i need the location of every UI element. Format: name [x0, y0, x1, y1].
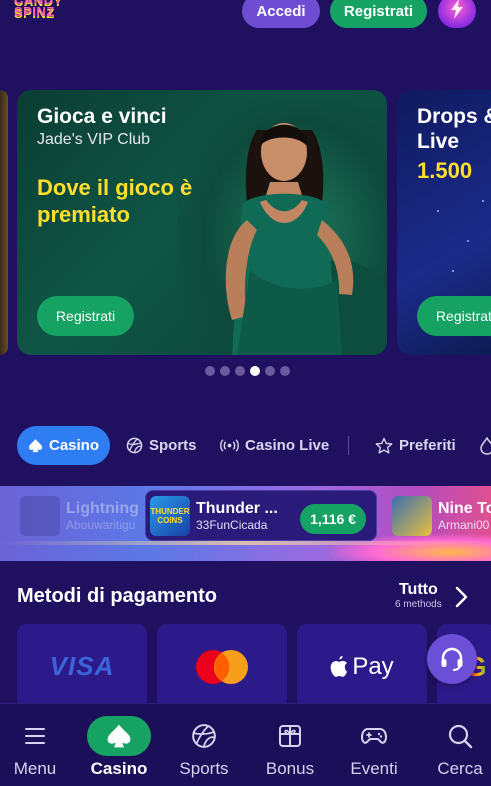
nav-label: Cerca [437, 759, 483, 778]
applepay-text: Pay [352, 652, 394, 680]
broadcast-icon [220, 439, 239, 452]
win-amount-badge: 1,116 € [300, 504, 366, 534]
banner-promo-text: Dove il gioco è premiato [37, 175, 193, 227]
game-thumbnail [392, 495, 432, 536]
header: CANDY SPINZ Accedi Registrati [0, 0, 491, 40]
payment-card-visa[interactable]: VISA [17, 624, 147, 709]
basketball-icon [126, 437, 143, 454]
nav-label: Menu [13, 759, 57, 778]
applepay-logo: Pay [330, 652, 394, 681]
nav-events[interactable]: Eventi [331, 704, 417, 786]
game-name: Nine To [438, 499, 491, 517]
lightning-icon [451, 0, 463, 19]
payment-card-applepay[interactable]: Pay [297, 624, 427, 709]
banner-register-button[interactable]: Registrati [37, 296, 134, 336]
bottom-navigation: Menu Casino Sports Bonus Eventi Cerca [0, 703, 491, 786]
carousel-dot[interactable] [235, 366, 245, 376]
chevron-right-icon[interactable] [452, 586, 470, 608]
winner-username: Abouwaritigu [66, 517, 136, 532]
nav-label: Sports [179, 759, 229, 778]
spade-icon [107, 724, 131, 748]
nav-label: Casino [90, 759, 148, 778]
win-card[interactable]: THUNDER COINS Thunder ... 33FunCicada 1,… [145, 490, 377, 541]
banner-register-button[interactable]: Registrati [417, 296, 491, 336]
drops-live-banner[interactable]: Drops & Live 1.500 Registrati [397, 90, 491, 355]
support-chat-button[interactable] [427, 634, 477, 684]
promo-avatar[interactable] [438, 0, 476, 28]
game-name: Lightning [66, 499, 139, 517]
visa-logo: VISA [49, 651, 115, 681]
tab-favorites[interactable]: Preferiti [375, 426, 456, 465]
winner-username: Armani00 [438, 517, 490, 532]
spade-icon [28, 438, 43, 453]
tab-sports[interactable]: Sports [126, 426, 197, 465]
apple-icon [330, 655, 348, 677]
nav-search[interactable]: Cerca [417, 704, 491, 786]
carousel-dot[interactable] [265, 366, 275, 376]
nav-label: Bonus [265, 759, 315, 778]
tab-divider [348, 436, 349, 455]
vip-club-banner[interactable]: Gioca e vinci Jade's VIP Club Dove il gi… [17, 90, 387, 355]
view-all-payments-link[interactable]: Tutto 6 methods [395, 581, 442, 610]
tab-casino-live[interactable]: Casino Live [220, 426, 329, 465]
menu-icon [25, 728, 45, 744]
carousel-dot[interactable] [205, 366, 215, 376]
recent-wins-ticker: Lightning Abouwaritigu THUNDER COINS Thu… [0, 486, 491, 561]
banner-subtitle: Jade's VIP Club [37, 131, 151, 148]
active-indicator [87, 716, 151, 756]
carousel-dot-active[interactable] [250, 366, 260, 376]
banner-title: Gioca e vinci [37, 105, 167, 128]
winner-username: 33FunCicada [196, 517, 268, 532]
win-card[interactable]: Nine To Armani00 [388, 490, 491, 541]
payment-card-mastercard[interactable] [157, 624, 287, 709]
gift-icon [279, 725, 301, 747]
methods-count: 6 methods [395, 599, 442, 610]
nav-casino[interactable]: Casino [76, 704, 162, 786]
win-card[interactable]: Lightning Abouwaritigu [16, 490, 156, 541]
view-all-label: Tutto [398, 581, 438, 598]
tab-casino[interactable]: Casino [17, 426, 110, 465]
carousel-dot[interactable] [220, 366, 230, 376]
nav-menu[interactable]: Menu [0, 704, 78, 786]
tab-label: Preferiti [399, 437, 456, 454]
search-icon [448, 724, 473, 749]
login-button[interactable]: Accedi [242, 0, 320, 28]
flame-icon [480, 436, 491, 455]
banner-promo-text: 1.500 [417, 158, 473, 183]
nav-bonus[interactable]: Bonus [247, 704, 333, 786]
nav-sports[interactable]: Sports [161, 704, 247, 786]
basketball-icon [192, 724, 216, 748]
headset-icon [441, 647, 463, 671]
tab-label: Sports [149, 437, 197, 454]
logo[interactable]: CANDY SPINZ [14, 0, 76, 24]
carousel-dots [205, 366, 290, 376]
tab-label: Casino [48, 437, 99, 454]
game-name: Thunder ... [196, 499, 278, 517]
category-tabs: Casino Sports Casino Live Preferiti [0, 426, 491, 466]
tab-label: Casino Live [245, 437, 330, 454]
previous-banner-peek[interactable] [0, 90, 8, 355]
banner-title: Drops & Live [417, 105, 491, 153]
game-thumbnail [20, 495, 60, 536]
payment-methods-title: Metodi di pagamento [17, 585, 217, 607]
nav-label: Eventi [350, 759, 398, 778]
logo-text: CANDY SPINZ [14, 0, 62, 19]
gamepad-icon [361, 728, 387, 744]
carousel-dot[interactable] [280, 366, 290, 376]
game-thumbnail: THUNDER COINS [150, 495, 190, 536]
mastercard-logo [196, 649, 248, 684]
star-icon [375, 437, 393, 454]
tab-more[interactable] [480, 426, 491, 465]
register-button[interactable]: Registrati [330, 0, 427, 28]
